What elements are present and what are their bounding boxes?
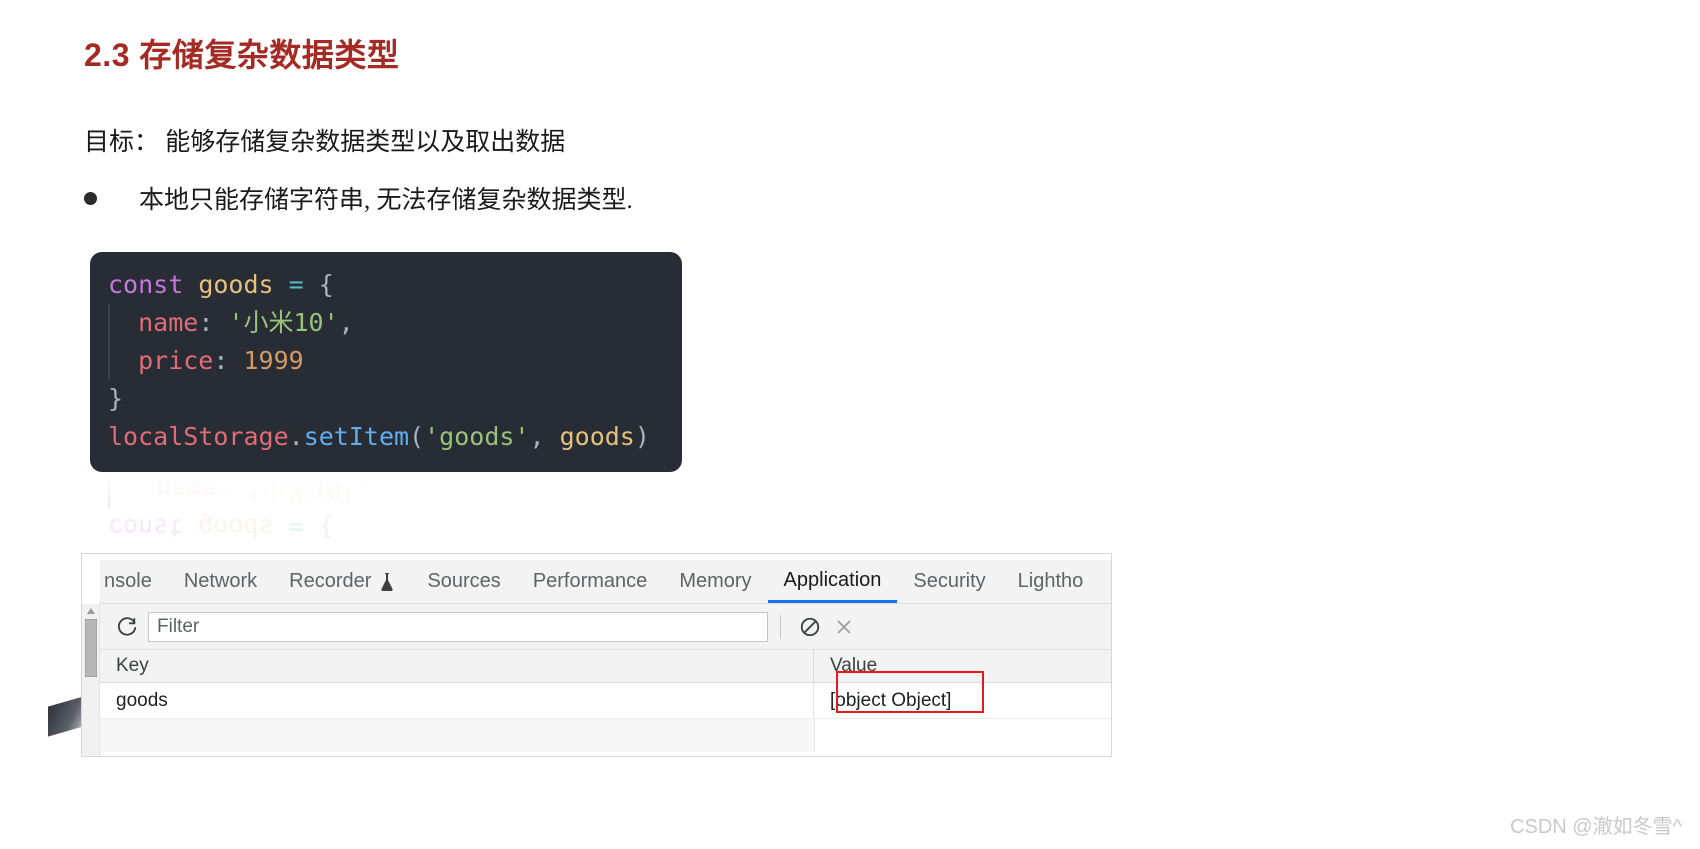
tab-performance[interactable]: Performance: [517, 560, 664, 603]
code-token: ,: [356, 475, 372, 504]
blank-cell-value: [815, 719, 1111, 754]
code-token: .: [288, 422, 304, 451]
code-line: }: [90, 380, 682, 418]
table-empty-area: [100, 752, 1111, 756]
code-token: ,: [338, 308, 354, 337]
code-token: name: [108, 308, 199, 337]
tab-label: Recorder: [289, 570, 372, 592]
code-token: :: [198, 308, 214, 337]
storage-toolbar: [100, 604, 1111, 650]
tab-label: Security: [913, 570, 986, 592]
code-token: '小米10': [228, 308, 339, 337]
code-token: goods: [198, 513, 274, 542]
code-token: const: [108, 513, 184, 542]
code-token: 'goods': [424, 422, 530, 451]
column-header-key[interactable]: Key: [100, 650, 814, 682]
tab-label: Memory: [679, 570, 752, 592]
page-title: 2.3 存储复杂数据类型: [84, 37, 400, 73]
code-token: price: [108, 346, 214, 375]
tab-network[interactable]: Network: [168, 560, 273, 603]
flask-icon: [379, 572, 395, 592]
scrollbar-thumb[interactable]: [84, 619, 97, 677]
no-entry-icon[interactable]: [793, 610, 827, 644]
tab-label: Network: [183, 570, 258, 592]
tab-nsole[interactable]: nsole: [100, 560, 168, 603]
tab-sources[interactable]: Sources: [411, 560, 516, 603]
tab-lightho[interactable]: Lightho: [1002, 560, 1100, 603]
code-token: '小米10': [246, 475, 357, 504]
code-token: {: [318, 513, 334, 542]
tab-label: Lightho: [1017, 570, 1084, 592]
code-token: (: [409, 422, 425, 451]
watermark: CSDN @澈如冬雪^: [1510, 816, 1682, 838]
close-icon[interactable]: [827, 610, 861, 644]
code-token: goods: [559, 422, 635, 451]
table-blank-row: [100, 719, 1111, 755]
tab-security[interactable]: Security: [897, 560, 1001, 603]
goal-statement: 目标： 能够存储复杂数据类型以及取出数据: [84, 129, 566, 156]
tab-label: Application: [783, 568, 882, 591]
code-token: goods: [198, 270, 274, 299]
code-line: name: '小米10',: [108, 472, 682, 508]
code-line: const goods = {: [90, 266, 682, 304]
devtools-tabstrip: nsole Network Recorder Sources Performance Me…: [100, 560, 1111, 604]
column-header-value[interactable]: Value: [814, 650, 1111, 682]
code-token: =: [288, 270, 304, 299]
code-line: name: '小米10',: [108, 304, 682, 342]
code-token: setItem: [303, 422, 410, 451]
code-token: ): [634, 422, 650, 451]
tab-label: nsole: [104, 570, 152, 592]
code-token: 1999: [243, 346, 304, 375]
code-token: =: [288, 513, 304, 542]
code-token: ,: [529, 422, 545, 451]
code-token: :: [216, 475, 232, 504]
tab-label: Performance: [532, 570, 648, 592]
bullet-dot-icon: [84, 191, 97, 205]
refresh-icon[interactable]: [110, 610, 144, 644]
code-token: {: [318, 270, 334, 299]
code-line: price: 1999: [108, 342, 682, 380]
table-header-row: Key Value: [100, 650, 1111, 683]
tab-label: Sources: [427, 570, 501, 592]
code-token: localStorage: [108, 422, 289, 451]
devtools-panel: nsole Network Recorder Sources Performance Me…: [81, 553, 1112, 757]
tab-memory[interactable]: Memory: [663, 560, 767, 603]
tab-recorder[interactable]: Recorder: [273, 560, 411, 603]
code-line: localStorage.setItem('goods', goods): [90, 418, 682, 456]
code-token: :: [213, 346, 229, 375]
cell-key[interactable]: goods: [100, 683, 814, 718]
storage-table: Key Value goods [object Object]: [100, 650, 1111, 756]
scroll-up-arrow-icon[interactable]: [82, 604, 100, 618]
blank-cell-key: [100, 719, 815, 754]
code-block: const goods = { name: '小米10', price: 199…: [90, 252, 682, 472]
devtools-scrollbar[interactable]: [82, 604, 100, 756]
toolbar-divider: [780, 614, 781, 639]
code-token: }: [108, 384, 124, 413]
code-block-reflection: const goods = { name: '小米10', price: 199…: [90, 472, 682, 550]
bullet-list-item: 本地只能存储字符串, 无法存储复杂数据类型.: [84, 180, 633, 216]
code-sample-container: const goods = { name: '小米10', price: 199…: [90, 252, 682, 542]
code-token: const: [108, 270, 184, 299]
code-line: const goods = {: [90, 508, 682, 546]
filter-input[interactable]: [148, 611, 768, 642]
table-row[interactable]: goods [object Object]: [100, 671, 1111, 719]
code-token: name: [126, 475, 217, 504]
cell-value[interactable]: [object Object]: [814, 683, 1111, 718]
bullet-item-label: 本地只能存储字符串, 无法存储复杂数据类型.: [139, 187, 633, 214]
tab-application[interactable]: Application: [767, 560, 898, 603]
